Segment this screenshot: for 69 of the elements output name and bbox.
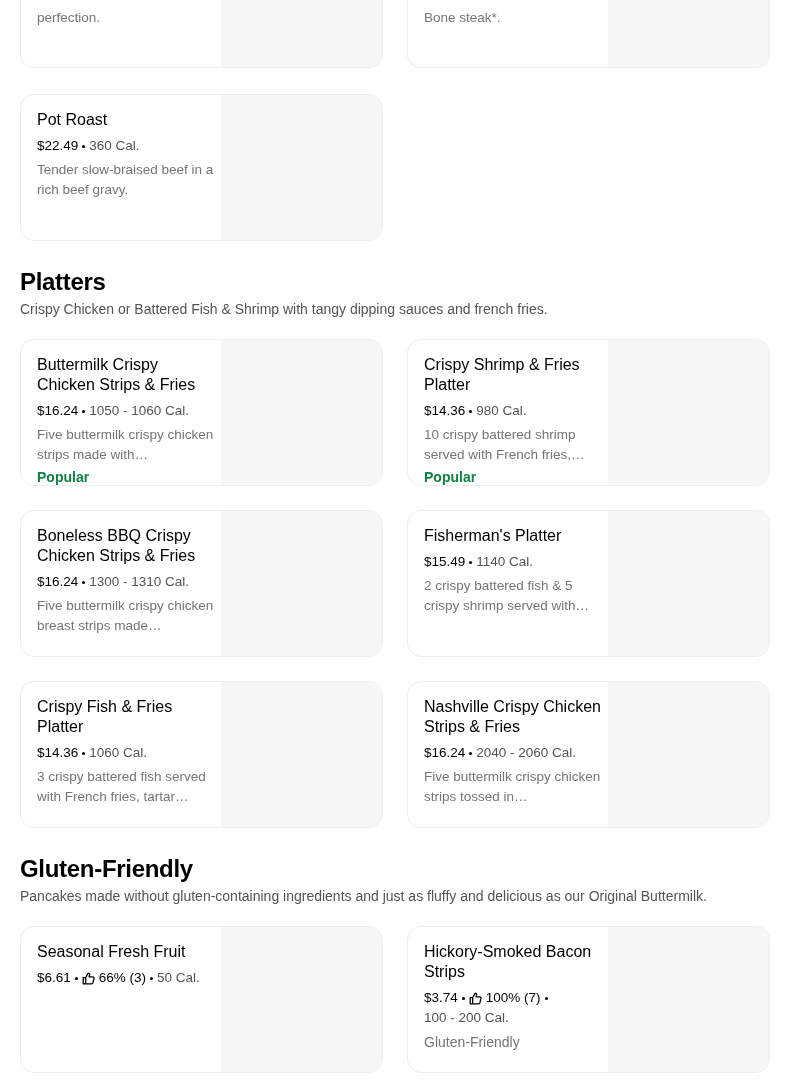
item-calories: 1050 - 1060 Cal. — [89, 402, 190, 420]
menu-item-card[interactable]: Crispy Shrimp & Fries Platter $14.36 980 Cal. 10 crispy battered shrimp served with French fries,… Popular — [407, 339, 770, 486]
item-name: Buttermilk Crispy Chicken Strips & Fries — [37, 355, 197, 395]
separator-dot — [82, 751, 86, 755]
section-title: Gluten-Friendly — [20, 854, 194, 884]
menu-item-card[interactable]: Bone steak*. — [407, 0, 770, 68]
separator-dot — [469, 751, 473, 755]
item-calories: 100 - 200 Cal. — [424, 1009, 509, 1027]
separator-dot — [74, 976, 78, 980]
section-description: Pancakes made without gluten-containing ingredients and just as fluffy and delicious as our Original Buttermilk. — [20, 887, 708, 906]
item-tag: Popular — [37, 467, 221, 485]
menu-item-card[interactable]: Fisherman's Platter $15.49 1140 Cal. 2 crispy battered fish & 5 crispy shrimp served with… — [407, 510, 770, 657]
item-calories: 980 Cal. — [476, 402, 527, 420]
item-price: $3.74 — [424, 989, 458, 1007]
separator-dot — [544, 996, 548, 1000]
item-description: 2 crispy battered fish & 5 crispy shrimp served with… — [424, 577, 591, 615]
thumbs-up-icon — [81, 971, 95, 985]
item-description: 10 crispy battered shrimp served with French fries,… — [424, 426, 586, 464]
item-rating: 100% (7) — [485, 989, 541, 1007]
item-price: $15.49 — [424, 553, 466, 571]
item-calories: 1060 Cal. — [89, 744, 148, 762]
separator-dot — [461, 996, 465, 1000]
item-price: $16.24 — [37, 573, 79, 591]
item-rating: 66% (3) — [98, 969, 147, 987]
menu-item-card[interactable]: Nashville Crispy Chicken Strips & Fries $16.24 2040 - 2060 Cal. Five buttermilk crispy chicken strips tossed in… — [407, 681, 770, 828]
item-price: $14.36 — [424, 402, 466, 420]
menu-item-card[interactable]: Crispy Fish & Fries Platter $14.36 1060 Cal. 3 crispy battered fish served with French fries, tartar… — [20, 681, 383, 828]
menu-item-card[interactable]: Hickory-Smoked Bacon Strips $3.74 100% (7) 100 - 200 Cal. Gluten-Friendly — [407, 926, 770, 1073]
separator-dot — [82, 144, 86, 148]
item-description: Five buttermilk crispy chicken strips made with… — [37, 426, 215, 464]
item-name: Nashville Crispy Chicken Strips & Fries — [424, 697, 602, 737]
item-description: Tender slow-braised beef in a rich beef gravy. — [37, 161, 215, 199]
item-price: $16.24 — [424, 744, 466, 762]
item-description: Five buttermilk crispy chicken breast strips made… — [37, 597, 215, 635]
item-price: $14.36 — [37, 744, 79, 762]
menu-item-card[interactable]: Buttermilk Crispy Chicken Strips & Fries $16.24 1050 - 1060 Cal. Five buttermilk crispy chicken strips made with… Popular — [20, 339, 383, 486]
item-name: Pot Roast — [37, 110, 109, 130]
item-price: $16.24 — [37, 402, 79, 420]
item-description: Five buttermilk crispy chicken strips tossed in… — [424, 768, 602, 806]
item-calories: 50 Cal. — [157, 969, 200, 987]
item-name: Hickory-Smoked Bacon Strips — [424, 942, 593, 982]
item-description: perfection. — [37, 9, 102, 27]
item-price: $22.49 — [37, 137, 79, 155]
item-tag: Popular — [424, 467, 608, 485]
section-title: Platters — [20, 267, 107, 297]
separator-dot — [82, 409, 86, 413]
item-name: Seasonal Fresh Fruit — [37, 942, 187, 962]
item-calories: 1300 - 1310 Cal. — [89, 573, 190, 591]
item-tag: Gluten-Friendly — [424, 1032, 608, 1052]
separator-dot — [82, 580, 86, 584]
item-name: Crispy Shrimp & Fries Platter — [424, 355, 581, 395]
item-calories: 2040 - 2060 Cal. — [476, 744, 577, 762]
item-price: $6.61 — [37, 969, 71, 987]
separator-dot — [469, 560, 473, 564]
menu-item-card[interactable]: Seasonal Fresh Fruit $6.61 66% (3) 50 Cal. — [20, 926, 383, 1073]
item-description: Bone steak*. — [424, 9, 502, 27]
item-calories: 1140 Cal. — [476, 553, 534, 571]
item-name: Fisherman's Platter — [424, 526, 563, 546]
menu-item-card[interactable]: Boneless BBQ Crispy Chicken Strips & Fries $16.24 1300 - 1310 Cal. Five buttermilk crispy chicken breast strips made… — [20, 510, 383, 657]
section-description: Crispy Chicken or Battered Fish & Shrimp with tangy dipping sauces and french fries. — [20, 300, 549, 319]
item-name: Crispy Fish & Fries Platter — [37, 697, 174, 737]
separator-dot — [469, 409, 473, 413]
item-name: Boneless BBQ Crispy Chicken Strips & Fries — [37, 526, 197, 566]
menu-item-card[interactable]: perfection. — [20, 0, 383, 68]
menu-item-card[interactable]: Pot Roast $22.49 360 Cal. Tender slow-braised beef in a rich beef gravy. — [20, 94, 383, 241]
item-calories: 360 Cal. — [89, 137, 140, 155]
separator-dot — [150, 976, 154, 980]
thumbs-up-icon — [468, 991, 482, 1005]
item-description: 3 crispy battered fish served with French fries, tartar… — [37, 768, 207, 806]
